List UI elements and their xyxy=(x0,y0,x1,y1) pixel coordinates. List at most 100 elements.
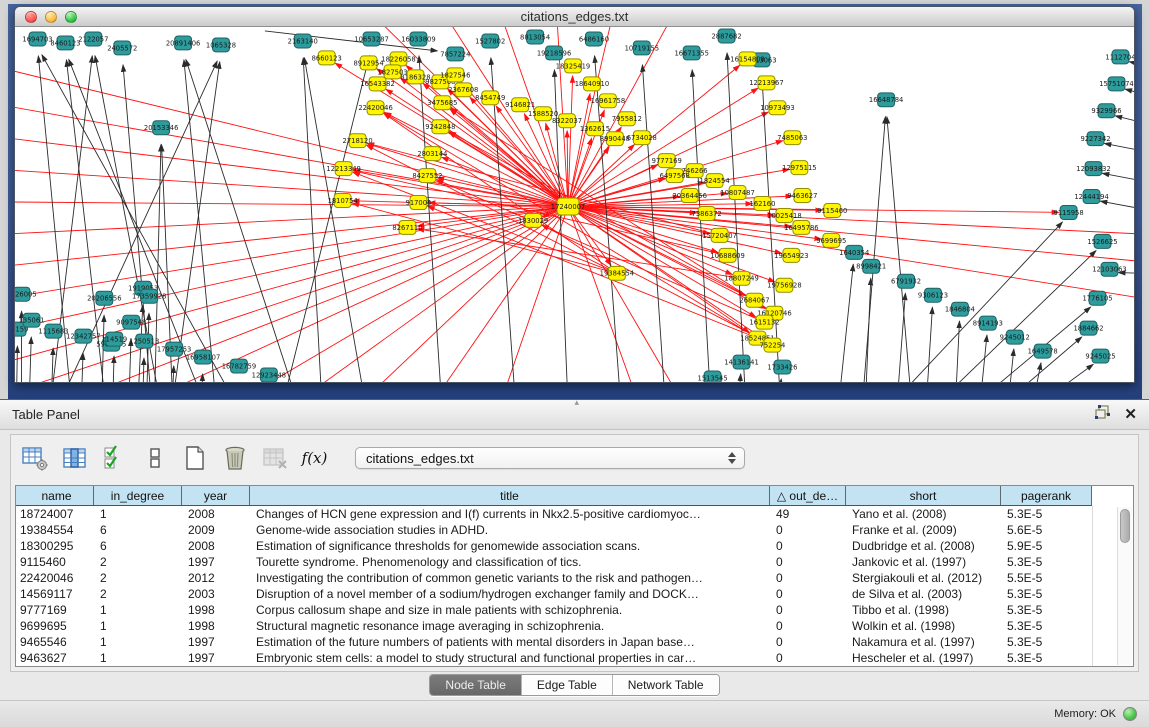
table-cell[interactable]: 2012 xyxy=(182,570,250,586)
table-cell[interactable]: Embryonic stem cells: a model to study s… xyxy=(250,650,770,666)
float-panel-icon[interactable] xyxy=(1095,405,1110,424)
node-table[interactable]: namein_degreeyeartitle△ out_de…shortpage… xyxy=(15,485,1134,667)
table-row[interactable]: 911546021997Tourette syndrome. Phenomeno… xyxy=(16,554,1092,570)
delete-rows-icon[interactable] xyxy=(221,445,248,472)
graph-edge[interactable] xyxy=(15,206,568,236)
table-cell[interactable]: Estimation of significance thresholds fo… xyxy=(250,538,770,554)
table-cell[interactable]: 14569117 xyxy=(16,586,94,602)
graph-edge[interactable] xyxy=(384,113,757,338)
column-header[interactable]: in_degree xyxy=(94,486,182,505)
graph-edge[interactable] xyxy=(484,206,568,382)
graph-edge[interactable] xyxy=(692,70,713,382)
graph-edge[interactable] xyxy=(1104,143,1134,156)
table-cell[interactable]: 5.3E-5 xyxy=(1001,650,1092,666)
table-cell[interactable]: 1 xyxy=(94,650,182,666)
graph-edge[interactable] xyxy=(353,170,568,206)
graph-edge[interactable] xyxy=(1102,173,1134,186)
table-cell[interactable]: 1998 xyxy=(182,618,250,634)
table-cell[interactable]: Corpus callosum shape and size in male p… xyxy=(250,602,770,618)
graph-edge[interactable] xyxy=(303,58,324,382)
table-mode-icon[interactable] xyxy=(21,445,48,472)
table-cell[interactable]: 18724007 xyxy=(16,506,94,522)
network-view-window[interactable]: citations_edges.txt 16947038460123212205… xyxy=(14,6,1135,383)
table-selector-dropdown[interactable]: citations_edges.txt xyxy=(355,447,745,469)
graph-edge[interactable] xyxy=(28,337,32,382)
select-all-icon[interactable] xyxy=(101,445,128,472)
table-cell[interactable]: 2009 xyxy=(182,522,250,538)
table-row[interactable]: 977716911998Corpus callosum shape and si… xyxy=(16,602,1092,618)
table-cell[interactable]: Wolkin et al. (1998) xyxy=(846,618,1001,634)
citation-network-graph[interactable]: 1694703846012321220572405572208914061065… xyxy=(15,27,1134,382)
graph-edge[interactable] xyxy=(1100,201,1134,214)
graph-edge[interactable] xyxy=(833,264,853,382)
table-cell[interactable]: 1 xyxy=(94,506,182,522)
table-cell[interactable]: Investigating the contribution of common… xyxy=(250,570,770,586)
row-height-icon[interactable] xyxy=(141,445,168,472)
table-cell[interactable]: 1997 xyxy=(182,634,250,650)
table-cell[interactable]: Stergiakouli et al. (2012) xyxy=(846,570,1001,586)
table-cell[interactable]: Structural magnetic resonance image aver… xyxy=(250,618,770,634)
graph-edge[interactable] xyxy=(923,307,932,382)
table-row[interactable]: 969969511998Structural magnetic resonanc… xyxy=(16,618,1092,634)
table-cell[interactable]: 0 xyxy=(770,522,846,538)
table-row[interactable]: 946362711997Embryonic stem cells: a mode… xyxy=(16,650,1092,666)
graph-edge[interactable] xyxy=(395,206,569,382)
table-cell[interactable]: Disruption of a novel member of a sodium… xyxy=(250,586,770,602)
table-cell[interactable]: 1998 xyxy=(182,602,250,618)
table-cell[interactable]: 0 xyxy=(770,602,846,618)
table-cell[interactable]: 1 xyxy=(94,634,182,650)
table-cell[interactable]: 0 xyxy=(770,554,846,570)
table-cell[interactable]: 0 xyxy=(770,650,846,666)
table-cell[interactable]: 1 xyxy=(94,618,182,634)
graph-edge[interactable] xyxy=(1003,349,1014,382)
table-cell[interactable]: 1997 xyxy=(182,554,250,570)
combo-stepper-icon[interactable] xyxy=(728,452,736,464)
table-cell[interactable]: 1 xyxy=(94,602,182,618)
table-cell[interactable]: 0 xyxy=(770,538,846,554)
tab-edge-table[interactable]: Edge Table xyxy=(521,675,612,695)
graph-edge[interactable] xyxy=(913,307,1091,382)
table-cell[interactable]: 2 xyxy=(94,586,182,602)
column-header[interactable]: name xyxy=(16,486,94,505)
graph-edge[interactable] xyxy=(1125,89,1134,102)
column-header[interactable]: △ out_de… xyxy=(770,486,846,505)
scrollbar-thumb[interactable] xyxy=(1120,509,1130,543)
memory-status-indicator-icon[interactable] xyxy=(1123,707,1137,721)
table-cell[interactable]: 5.3E-5 xyxy=(1001,618,1092,634)
table-cell[interactable]: Hescheler et al. (1997) xyxy=(846,650,1001,666)
graph-edge[interactable] xyxy=(771,379,781,382)
column-header[interactable]: title xyxy=(250,486,770,505)
delete-table-icon[interactable] xyxy=(261,445,288,472)
network-canvas[interactable]: 1694703846012321220572405572208914061065… xyxy=(15,27,1134,382)
table-cell[interactable]: de Silva et al. (2003) xyxy=(846,586,1001,602)
graph-edge[interactable] xyxy=(1129,62,1134,71)
table-row[interactable]: 1456911722003Disruption of a novel membe… xyxy=(16,586,1092,602)
graph-edge[interactable] xyxy=(141,358,144,382)
graph-edge[interactable] xyxy=(727,53,748,382)
table-cell[interactable]: 2003 xyxy=(182,586,250,602)
table-row[interactable]: 946554611997Estimation of the future num… xyxy=(16,634,1092,650)
graph-edge[interactable] xyxy=(295,206,568,382)
graph-edge[interactable] xyxy=(975,335,987,382)
table-row[interactable]: 1938455462009Genome-wide association stu… xyxy=(16,522,1092,538)
graph-edge[interactable] xyxy=(968,364,1093,382)
table-cell[interactable]: 18300295 xyxy=(16,538,94,554)
table-row[interactable]: 1830029562008Estimation of significance … xyxy=(16,538,1092,554)
table-cell[interactable]: 49 xyxy=(770,506,846,522)
splitter-handle-icon[interactable]: ▴ xyxy=(575,397,580,408)
graph-edge[interactable] xyxy=(953,321,960,382)
table-cell[interactable]: 22420046 xyxy=(16,570,94,586)
table-cell[interactable]: Jankovic et al. (1997) xyxy=(846,554,1001,570)
column-header[interactable]: year xyxy=(182,486,250,505)
show-columns-icon[interactable] xyxy=(61,445,88,472)
vertical-scrollbar[interactable] xyxy=(1117,507,1132,665)
table-cell[interactable]: 0 xyxy=(770,586,846,602)
graph-edge[interactable] xyxy=(1115,116,1134,130)
table-cell[interactable]: 1997 xyxy=(182,650,250,666)
table-cell[interactable]: 5.9E-5 xyxy=(1001,538,1092,554)
table-cell[interactable]: 2 xyxy=(94,570,182,586)
graph-edge[interactable] xyxy=(186,59,315,382)
table-cell[interactable]: 2008 xyxy=(182,538,250,554)
table-cell[interactable]: Yano et al. (2008) xyxy=(846,506,1001,522)
table-cell[interactable]: 9465546 xyxy=(16,634,94,650)
